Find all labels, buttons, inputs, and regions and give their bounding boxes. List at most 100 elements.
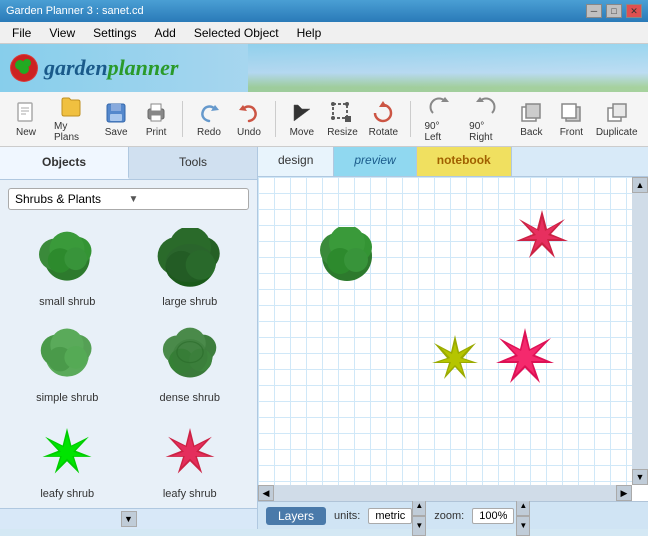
zoom-value: 100%: [472, 508, 514, 524]
list-item[interactable]: leafy shrub: [131, 414, 250, 506]
zoom-label: zoom:: [434, 510, 464, 522]
resize-label: Resize: [327, 127, 358, 138]
large-shrub-preview: [155, 228, 225, 293]
tab-design[interactable]: design: [258, 147, 334, 176]
objects-grid: small shrub large shrub: [0, 218, 257, 508]
menu-file[interactable]: File: [4, 24, 39, 42]
move-button[interactable]: Move: [284, 97, 320, 142]
menu-bar: File View Settings Add Selected Object H…: [0, 22, 648, 44]
print-button[interactable]: Print: [138, 97, 174, 142]
category-dropdown[interactable]: Shrubs & Plants ▼: [8, 188, 249, 210]
tab-preview[interactable]: preview: [334, 147, 416, 176]
move-icon: [290, 101, 314, 125]
zoom-group: 100% ▲ ▼: [472, 496, 530, 536]
back-button[interactable]: Back: [513, 97, 549, 142]
list-item[interactable]: simple shrub: [8, 318, 127, 410]
units-down-arrow[interactable]: ▼: [412, 516, 426, 536]
zoom-down-arrow[interactable]: ▼: [516, 516, 530, 536]
rotate-button[interactable]: Rotate: [365, 97, 401, 142]
scroll-down-arrow[interactable]: ▼: [632, 469, 648, 485]
90-right-button[interactable]: 90° Right: [463, 91, 509, 147]
save-button[interactable]: Save: [98, 97, 134, 142]
units-label: units:: [334, 510, 360, 522]
save-label: Save: [105, 127, 128, 138]
list-item[interactable]: large shrub: [131, 222, 250, 314]
menu-help[interactable]: Help: [289, 24, 330, 42]
units-value: metric: [368, 508, 412, 524]
toolbar-separator-2: [275, 101, 276, 137]
duplicate-button[interactable]: Duplicate: [593, 97, 640, 142]
leafy-shrub-green-preview: [32, 420, 102, 485]
redo-button[interactable]: Redo: [191, 97, 227, 142]
layers-button[interactable]: Layers: [266, 507, 326, 525]
scroll-up-arrow[interactable]: ▲: [632, 177, 648, 193]
new-button[interactable]: New: [8, 97, 44, 142]
title-bar: Garden Planner 3 : sanet.cd ─ □ ✕: [0, 0, 648, 22]
units-group: metric ▲ ▼: [368, 496, 426, 536]
new-label: New: [16, 127, 36, 138]
design-area[interactable]: ▲ ▼ ◀ ▶: [258, 177, 648, 501]
large-shrub-label: large shrub: [162, 296, 217, 308]
scroll-left-arrow[interactable]: ◀: [258, 485, 274, 501]
grid-canvas: [258, 177, 632, 485]
front-button[interactable]: Front: [553, 97, 589, 142]
brand-background: [248, 44, 648, 92]
canvas-plant-3[interactable]: [428, 332, 482, 389]
90-right-label: 90° Right: [469, 121, 503, 143]
objects-scroll-down[interactable]: ▼: [121, 511, 137, 527]
list-item[interactable]: small shrub: [8, 222, 127, 314]
left-panel: Objects Tools Shrubs & Plants ▼ small sh…: [0, 147, 258, 529]
menu-add[interactable]: Add: [147, 24, 184, 42]
panel-tabs: Objects Tools: [0, 147, 257, 180]
close-button[interactable]: ✕: [626, 4, 642, 18]
resize-button[interactable]: Resize: [324, 97, 361, 142]
brand-logo: gardenplanner: [10, 54, 178, 82]
undo-label: Undo: [237, 127, 261, 138]
90-left-icon: [427, 95, 451, 119]
my-plans-icon: [59, 95, 83, 119]
leafy-shrub-red-preview: [155, 420, 225, 485]
90-left-button[interactable]: 90° Left: [418, 91, 459, 147]
toolbar-separator-1: [182, 101, 183, 137]
tab-notebook[interactable]: notebook: [417, 147, 512, 176]
canvas-plant-1[interactable]: [318, 227, 376, 288]
menu-settings[interactable]: Settings: [85, 24, 144, 42]
scroll-right-arrow[interactable]: ▶: [616, 485, 632, 501]
canvas-plant-4[interactable]: [493, 325, 557, 392]
leafy-shrub-red-label: leafy shrub: [163, 488, 217, 500]
simple-shrub-preview: [32, 324, 102, 389]
90-left-label: 90° Left: [424, 121, 453, 143]
new-icon: [14, 101, 38, 125]
tab-objects[interactable]: Objects: [0, 147, 129, 179]
save-icon: [104, 101, 128, 125]
vertical-scrollbar[interactable]: ▲ ▼: [632, 177, 648, 485]
front-label: Front: [560, 127, 583, 138]
minimize-button[interactable]: ─: [586, 4, 602, 18]
back-icon: [519, 101, 543, 125]
print-label: Print: [146, 127, 167, 138]
list-item[interactable]: dense shrub: [131, 318, 250, 410]
rotate-icon: [371, 101, 395, 125]
tab-tools[interactable]: Tools: [129, 147, 257, 179]
right-panel: design preview notebook: [258, 147, 648, 529]
menu-view[interactable]: View: [41, 24, 83, 42]
dense-shrub-preview: [155, 324, 225, 389]
brand-icon: [10, 54, 38, 82]
rotate-label: Rotate: [369, 127, 398, 138]
status-bar: Layers units: metric ▲ ▼ zoom: 100% ▲ ▼: [258, 501, 648, 529]
horizontal-scrollbar[interactable]: ◀ ▶: [258, 485, 632, 501]
brand-bar: gardenplanner: [0, 44, 648, 92]
undo-icon: [237, 101, 261, 125]
maximize-button[interactable]: □: [606, 4, 622, 18]
list-item[interactable]: leafy shrub: [8, 414, 127, 506]
my-plans-button[interactable]: My Plans: [48, 91, 94, 147]
undo-button[interactable]: Undo: [231, 97, 267, 142]
canvas-plant-2[interactable]: [513, 207, 571, 268]
resize-icon: [330, 101, 354, 125]
title-bar-controls: ─ □ ✕: [586, 4, 642, 18]
small-shrub-label: small shrub: [39, 296, 95, 308]
category-value: Shrubs & Plants: [15, 192, 129, 206]
duplicate-icon: [605, 101, 629, 125]
view-tabs: design preview notebook: [258, 147, 648, 177]
menu-selected-object[interactable]: Selected Object: [186, 24, 287, 42]
